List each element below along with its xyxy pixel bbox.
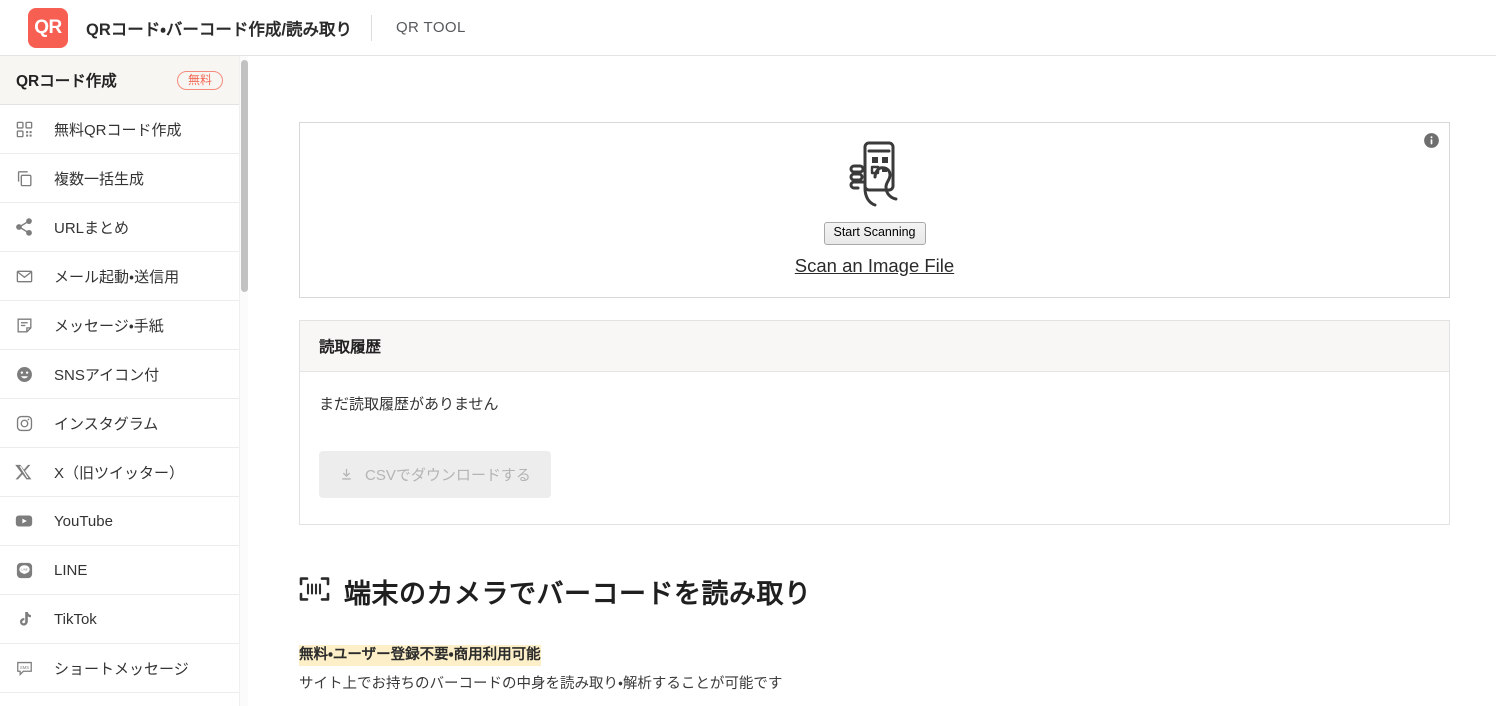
copy-icon <box>10 164 38 192</box>
svg-text:LINE: LINE <box>21 567 27 571</box>
sidebar-item-youtube[interactable]: YouTube <box>0 497 239 546</box>
hand-holding-phone-qr-icon <box>844 140 906 213</box>
instagram-icon <box>10 409 38 437</box>
sidebar-header-title: QRコード作成 <box>16 69 117 91</box>
sidebar-item-label: TikTok <box>54 611 97 628</box>
sms-icon: SMS <box>10 654 38 682</box>
csv-download-button[interactable]: CSVでダウンロードする <box>319 451 551 498</box>
tiktok-icon <box>10 605 38 633</box>
sidebar-item-x-twitter[interactable]: X（旧ツイッター） <box>0 448 239 497</box>
sidebar-item-short-message[interactable]: SMS ショートメッセージ <box>0 644 239 693</box>
sidebar-scrollbar[interactable] <box>239 56 248 706</box>
section-tagline: 無料・ユーザー登録不要・商用利用可能 <box>299 645 541 666</box>
section-header: 端末のカメラでバーコードを読み取り <box>299 572 1468 611</box>
youtube-icon <box>10 507 38 535</box>
sidebar-item-label: 複数一括生成 <box>54 168 144 189</box>
sidebar-item-message-letter[interactable]: メッセージ・手紙 <box>0 301 239 350</box>
note-icon <box>10 311 38 339</box>
barcode-scan-icon <box>299 575 330 608</box>
section-description: サイト上でお持ちのバーコードの中身を読み取り・解析することが可能です <box>299 672 1468 693</box>
sidebar-item-label: X（旧ツイッター） <box>54 462 184 483</box>
camera-barcode-section: 端末のカメラでバーコードを読み取り 無料・ユーザー登録不要・商用利用可能 サイト… <box>299 572 1468 693</box>
sidebar-item-label: メール起動・送信用 <box>54 266 179 287</box>
sidebar-item-label: インスタグラム <box>54 413 158 434</box>
info-icon[interactable] <box>1423 132 1440 149</box>
scan-image-file-link[interactable]: Scan an Image File <box>795 255 954 277</box>
qrcode-icon <box>10 115 38 143</box>
sidebar: QRコード作成 無料 無料QRコード作成 <box>0 56 240 706</box>
mail-icon <box>10 262 38 290</box>
site-title: QRコード・バーコード作成/読み取り <box>86 16 352 40</box>
tool-name-label: QR TOOL <box>396 19 466 36</box>
sidebar-item-label: メッセージ・手紙 <box>54 315 164 336</box>
header-divider <box>371 15 372 41</box>
sidebar-item-sns-icon[interactable]: SNSアイコン付 <box>0 350 239 399</box>
sidebar-item-label: LINE <box>54 562 87 579</box>
smiley-icon <box>10 360 38 388</box>
sidebar-item-mail[interactable]: メール起動・送信用 <box>0 252 239 301</box>
svg-text:SMS: SMS <box>19 664 28 669</box>
main-content: Start Scanning Scan an Image File 読取履歴 ま… <box>240 56 1496 706</box>
sidebar-item-label: URLまとめ <box>54 217 129 238</box>
history-header: 読取履歴 <box>300 321 1449 372</box>
history-title: 読取履歴 <box>319 335 381 357</box>
sidebar-item-free-qr-create[interactable]: 無料QRコード作成 <box>0 105 239 154</box>
sidebar-item-instagram[interactable]: インスタグラム <box>0 399 239 448</box>
sidebar-item-line[interactable]: LINE LINE <box>0 546 239 595</box>
x-twitter-icon <box>10 458 38 486</box>
sidebar-item-label: 無料QRコード作成 <box>54 119 182 140</box>
sidebar-item-url-summary[interactable]: URLまとめ <box>0 203 239 252</box>
section-title: 端末のカメラでバーコードを読み取り <box>344 572 812 611</box>
page-body: QRコード作成 無料 無料QRコード作成 <box>0 56 1496 706</box>
history-empty-message: まだ読取履歴がありません <box>319 393 1430 414</box>
history-panel: 読取履歴 まだ読取履歴がありません CSVでダウンロードする <box>299 320 1450 525</box>
sidebar-item-label: ショートメッセージ <box>54 658 189 679</box>
download-icon <box>339 467 354 482</box>
sidebar-item-tiktok[interactable]: TikTok <box>0 595 239 644</box>
sidebar-header: QRコード作成 無料 <box>0 56 239 105</box>
qr-logo-icon[interactable]: QR <box>28 8 68 48</box>
free-badge: 無料 <box>177 71 223 90</box>
line-icon: LINE <box>10 556 38 584</box>
sidebar-item-label: YouTube <box>54 513 113 530</box>
sidebar-item-bulk-generate[interactable]: 複数一括生成 <box>0 154 239 203</box>
share-icon <box>10 213 38 241</box>
history-body: まだ読取履歴がありません CSVでダウンロードする <box>300 372 1449 524</box>
start-scanning-button[interactable]: Start Scanning <box>824 222 926 245</box>
sidebar-scrollbar-thumb[interactable] <box>241 60 248 292</box>
sidebar-item-label: SNSアイコン付 <box>54 364 159 385</box>
app-header: QR QRコード・バーコード作成/読み取り QR TOOL <box>0 0 1496 56</box>
scanner-panel: Start Scanning Scan an Image File <box>299 122 1450 298</box>
csv-download-label: CSVでダウンロードする <box>365 464 531 485</box>
